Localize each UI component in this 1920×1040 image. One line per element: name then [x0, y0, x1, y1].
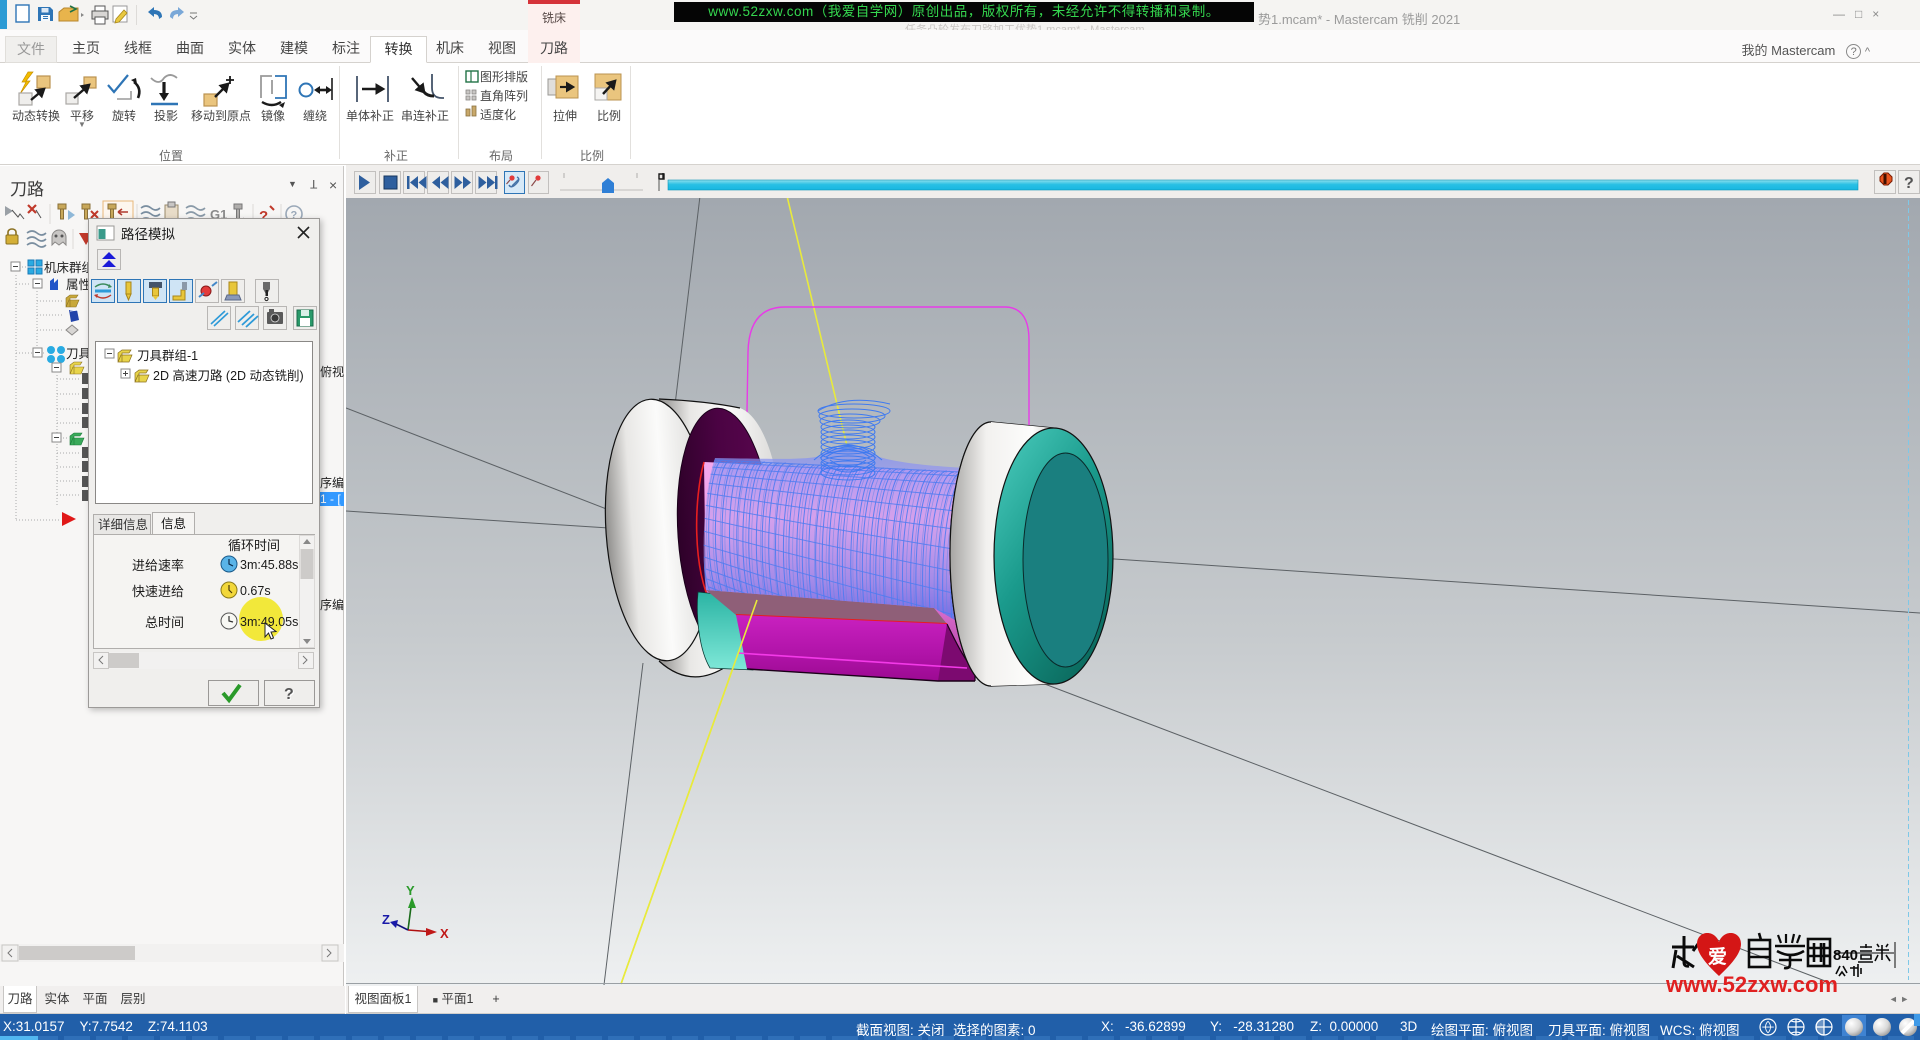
svg-text:0.67s: 0.67s: [240, 584, 271, 598]
svg-text:3m:45.88s: 3m:45.88s: [240, 558, 298, 572]
svg-text:信息: 信息: [161, 516, 186, 531]
svg-text:爱: 爱: [1708, 946, 1727, 968]
svg-text:详细信息: 详细信息: [98, 517, 148, 532]
svg-text:840: 840: [1833, 947, 1858, 964]
svg-text:?: ?: [1904, 175, 1914, 192]
svg-text:?: ?: [284, 686, 294, 703]
svg-text:2D 高速刀路 (2D 动态铣削): 2D 高速刀路 (2D 动态铣削): [153, 368, 304, 383]
svg-text:序编: 序编: [320, 475, 344, 490]
svg-text:1 - [: 1 - [: [320, 492, 341, 506]
svg-text:序编: 序编: [320, 597, 344, 612]
svg-text:刀具群组-1: 刀具群组-1: [137, 349, 198, 363]
svg-text:循环时间: 循环时间: [228, 538, 280, 553]
svg-text:快速进给: 快速进给: [132, 584, 184, 599]
svg-text:机床群组: 机床群组: [44, 261, 94, 275]
svg-text:总时间: 总时间: [145, 615, 184, 630]
svg-text:进给速率: 进给速率: [132, 558, 184, 573]
svg-text:俯视: 俯视: [320, 364, 344, 379]
svg-text:X: X: [440, 926, 449, 941]
svg-text:Z: Z: [382, 912, 390, 927]
svg-text:路径模拟: 路径模拟: [121, 227, 175, 242]
svg-text:Y: Y: [406, 883, 415, 898]
